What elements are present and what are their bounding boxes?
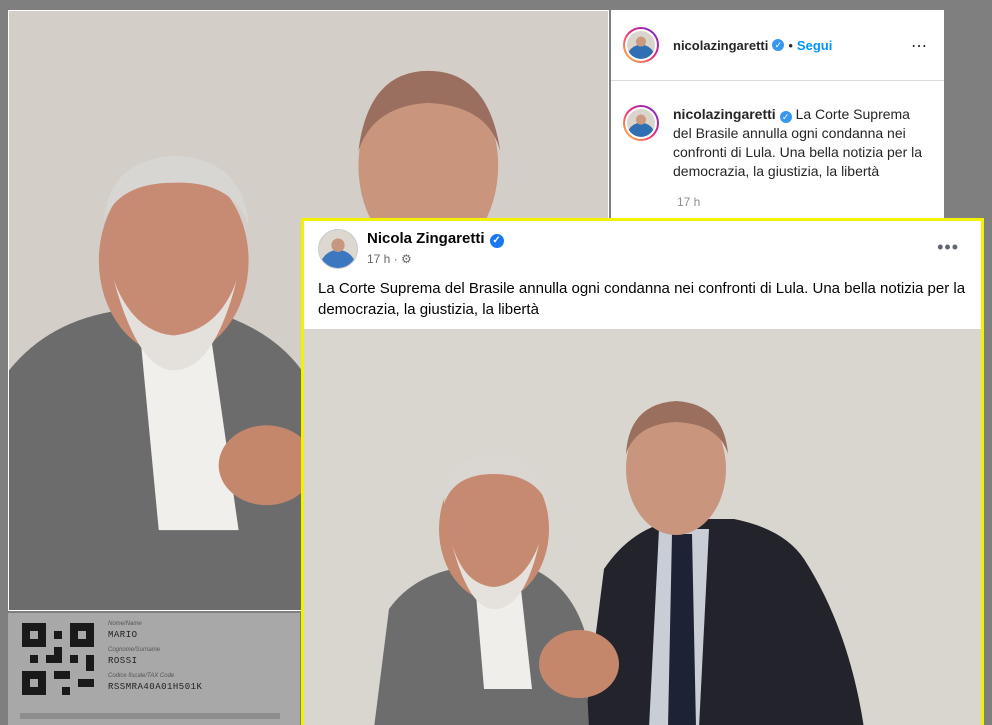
caption-verified-icon: ✓ <box>779 111 792 123</box>
facebook-author-name[interactable]: Nicola Zingaretti <box>367 230 485 247</box>
name-value: MARIO <box>108 630 138 640</box>
tax-code-value: RSSMRA40A01H501K <box>108 682 203 692</box>
separator-dot: • <box>788 37 793 53</box>
instagram-panel: nicolazingaretti ✓ • Segui ⋯ nicolazinga… <box>611 10 944 220</box>
name-label: Nome/Name <box>108 621 142 627</box>
facebook-verified-icon: ✓ <box>489 234 504 248</box>
facebook-post-text: La Corte Suprema del Brasile annulla ogn… <box>318 280 966 318</box>
photo-two-men-handshake <box>304 329 981 725</box>
facebook-timestamp[interactable]: 17 h · <box>367 252 398 266</box>
qr-code-icon <box>22 623 94 695</box>
instagram-avatar[interactable] <box>623 27 659 63</box>
instagram-username[interactable]: nicolazingaretti <box>673 38 768 53</box>
facebook-post-photo[interactable] <box>304 329 981 725</box>
document-footer-strip <box>20 713 280 719</box>
facebook-avatar[interactable] <box>318 229 358 269</box>
privacy-public-icon: ⚙ <box>401 252 412 266</box>
id-card-fragment: Nome/Name MARIO Cognome/Surname ROSSI Co… <box>8 613 300 725</box>
facebook-author: Nicola Zingaretti ✓ <box>367 230 504 248</box>
facebook-post-card: Nicola Zingaretti ✓ 17 h · ⚙ ••• La Corte… <box>301 218 984 725</box>
caption-text-block: nicolazingaretti ✓ La Corte Suprema del B… <box>673 105 923 181</box>
tax-code-label: Codice fiscale/TAX Code <box>108 673 175 679</box>
facebook-post-meta: 17 h · ⚙ <box>367 252 412 266</box>
instagram-header: nicolazingaretti ✓ • Segui ⋯ <box>611 10 944 81</box>
facebook-post-header: Nicola Zingaretti ✓ 17 h · ⚙ ••• <box>304 221 981 271</box>
caption-username[interactable]: nicolazingaretti <box>673 106 776 122</box>
post-more-options-icon[interactable]: ••• <box>937 237 959 258</box>
instagram-caption: nicolazingaretti ✓ La Corte Suprema del B… <box>611 81 944 181</box>
more-options-icon[interactable]: ⋯ <box>911 36 928 56</box>
follow-button[interactable]: Segui <box>797 38 832 53</box>
surname-label: Cognome/Surname <box>108 647 161 653</box>
verified-badge-icon: ✓ <box>772 39 785 51</box>
caption-avatar[interactable] <box>623 105 659 141</box>
surname-value: ROSSI <box>108 656 138 666</box>
instagram-timestamp[interactable]: 17 h <box>677 195 944 209</box>
